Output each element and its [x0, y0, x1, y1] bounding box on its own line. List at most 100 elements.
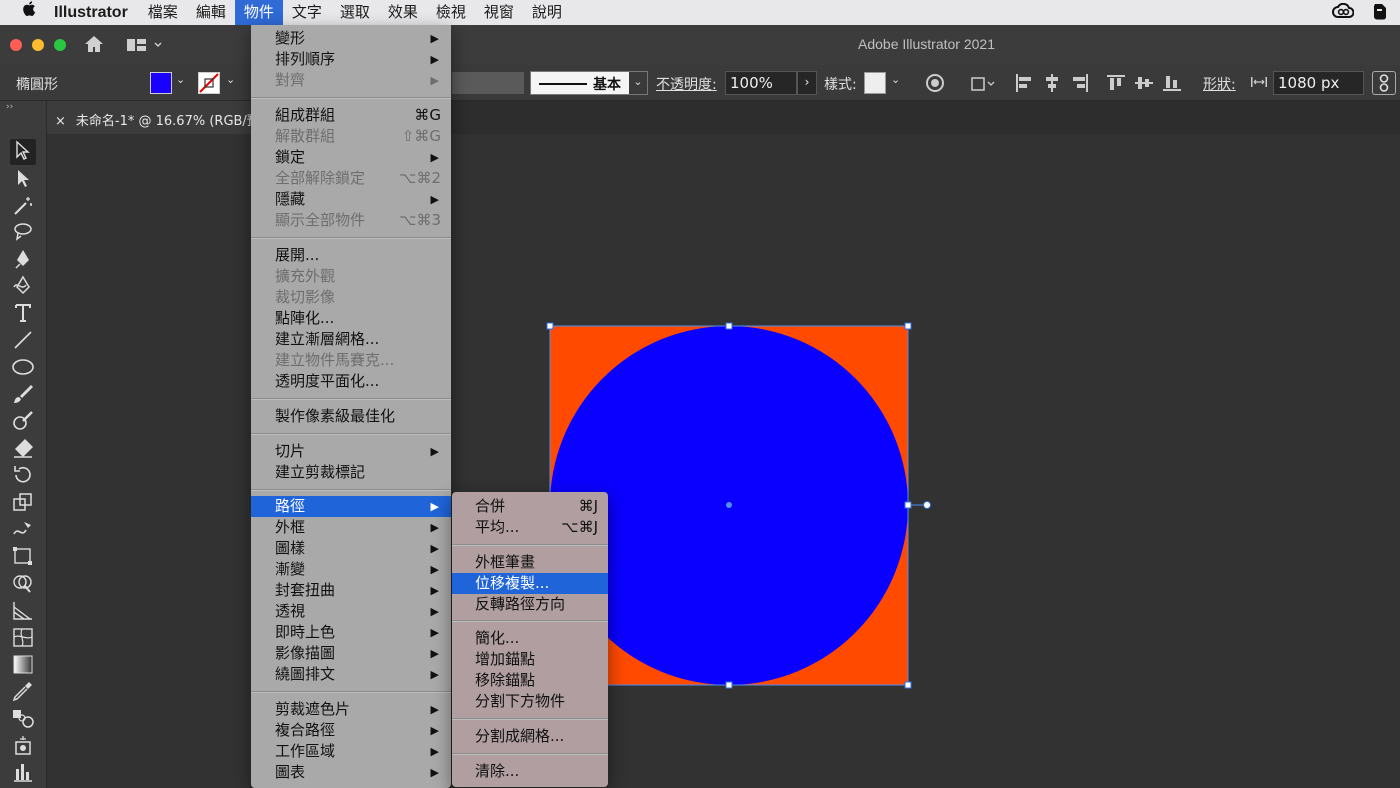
minimize-window-button[interactable]: [32, 39, 44, 51]
object-menu-item[interactable]: 透視 ▶: [251, 601, 451, 622]
ellipse-tool-icon[interactable]: [11, 356, 35, 378]
menu-select[interactable]: 選取: [331, 0, 379, 25]
object-menu-item[interactable]: 全部解除鎖定 ⌥⌘2: [251, 168, 451, 189]
app-menu[interactable]: Illustrator: [42, 0, 139, 25]
shape-properties-label[interactable]: 形狀:: [1203, 74, 1236, 94]
workspace-layout-icon[interactable]: [127, 37, 163, 56]
direct-selection-tool-icon[interactable]: [11, 167, 35, 189]
menu-help[interactable]: 說明: [523, 0, 571, 25]
creative-cloud-icon[interactable]: [1332, 2, 1355, 23]
warp-tool-icon[interactable]: [11, 518, 35, 540]
object-menu-item[interactable]: 外框 ▶: [251, 517, 451, 538]
path-submenu-item[interactable]: 合併 ⌘J: [452, 496, 608, 517]
object-menu-item[interactable]: 繞圖排文 ▶: [251, 664, 451, 685]
blend-tool-icon[interactable]: [11, 707, 35, 729]
panel-collapse-icon[interactable]: ››: [6, 102, 13, 112]
object-menu-item[interactable]: 圖表 ▶: [251, 762, 451, 783]
object-menu-item[interactable]: 建立剪裁標記: [251, 462, 451, 483]
object-menu-item[interactable]: 複合路徑 ▶: [251, 720, 451, 741]
zoom-window-button[interactable]: [54, 39, 66, 51]
object-menu-item[interactable]: 變形 ▶: [251, 28, 451, 49]
recolor-artwork-icon[interactable]: [925, 73, 945, 97]
perspective-grid-tool-icon[interactable]: [11, 599, 35, 621]
apple-menu-icon[interactable]: [0, 0, 42, 25]
paintbrush-tool-icon[interactable]: [11, 383, 35, 405]
stroke-profile-select[interactable]: 基本 ⌄: [530, 71, 648, 95]
object-menu-item[interactable]: 封套扭曲 ▶: [251, 580, 451, 601]
close-tab-icon[interactable]: ×: [55, 114, 66, 129]
graphic-style-dropdown-icon[interactable]: ⌄: [891, 73, 900, 86]
align-bottom-icon[interactable]: [1163, 74, 1181, 92]
width-field[interactable]: 1080 px: [1273, 71, 1364, 95]
object-menu-item[interactable]: 組成群組 ⌘G: [251, 105, 451, 126]
menu-type[interactable]: 文字: [283, 0, 331, 25]
object-menu-item[interactable]: 透明度平面化...: [251, 371, 451, 392]
path-submenu-item[interactable]: 簡化...: [452, 628, 608, 649]
object-menu-item[interactable]: 點陣化...: [251, 308, 451, 329]
stroke-style-dropdown-icon[interactable]: ⌄: [629, 72, 647, 94]
object-menu-item[interactable]: 切片 ▶: [251, 441, 451, 462]
object-menu-item[interactable]: 工作區域 ▶: [251, 741, 451, 762]
object-menu-item[interactable]: 建立漸層網格...: [251, 329, 451, 350]
line-tool-icon[interactable]: [11, 329, 35, 351]
menu-window[interactable]: 視窗: [475, 0, 523, 25]
object-menu-item[interactable]: 展開...: [251, 245, 451, 266]
align-center-icon[interactable]: [1043, 74, 1061, 92]
object-menu-item[interactable]: 影像描圖 ▶: [251, 643, 451, 664]
menu-effect[interactable]: 效果: [379, 0, 427, 25]
object-menu-item[interactable]: 裁切影像: [251, 287, 451, 308]
align-top-icon[interactable]: [1107, 74, 1125, 92]
object-menu-item[interactable]: 顯示全部物件 ⌥⌘3: [251, 210, 451, 231]
object-menu-item[interactable]: 排列順序 ▶: [251, 49, 451, 70]
pie-widget-handle[interactable]: [923, 501, 931, 509]
object-menu-item[interactable]: 隱藏 ▶: [251, 189, 451, 210]
menu-object[interactable]: 物件: [234, 0, 283, 25]
eyedropper-tool-icon[interactable]: [11, 680, 35, 702]
object-menu-item[interactable]: 解散群組 ⇧⌘G: [251, 126, 451, 147]
stroke-weight-field[interactable]: [452, 72, 524, 94]
path-submenu-item[interactable]: 移除錨點: [452, 670, 608, 691]
object-menu-item[interactable]: 即時上色 ▶: [251, 622, 451, 643]
evernote-icon[interactable]: [1372, 2, 1388, 24]
column-graph-tool-icon[interactable]: [11, 761, 35, 783]
path-submenu-item[interactable]: 清除...: [452, 761, 608, 782]
opacity-arrow-icon[interactable]: ›: [797, 71, 817, 95]
path-submenu-item[interactable]: 外框筆畫: [452, 552, 608, 573]
curvature-tool-icon[interactable]: [11, 275, 35, 297]
menu-edit[interactable]: 編輯: [187, 0, 235, 25]
path-submenu-item[interactable]: 增加錨點: [452, 649, 608, 670]
object-menu-item[interactable]: 圖樣 ▶: [251, 538, 451, 559]
home-icon[interactable]: [84, 35, 104, 57]
object-menu-item[interactable]: 剪裁遮色片 ▶: [251, 699, 451, 720]
path-submenu-item[interactable]: 位移複製...: [452, 573, 608, 594]
mesh-tool-icon[interactable]: [11, 626, 35, 648]
rotate-tool-icon[interactable]: [11, 464, 35, 486]
object-menu-item[interactable]: 路徑 ▶: [251, 496, 451, 517]
path-submenu-item[interactable]: 平均... ⌥⌘J: [452, 517, 608, 538]
magic-wand-tool-icon[interactable]: [11, 194, 35, 216]
object-menu-item[interactable]: 製作像素級最佳化: [251, 406, 451, 427]
lasso-tool-icon[interactable]: [11, 221, 35, 243]
object-menu-item[interactable]: 鎖定 ▶: [251, 147, 451, 168]
selection-tool-icon[interactable]: [10, 139, 36, 165]
opacity-field[interactable]: 100%: [725, 71, 797, 95]
path-submenu-item[interactable]: 分割成網格...: [452, 726, 608, 747]
shaper-tool-icon[interactable]: [11, 410, 35, 432]
pen-tool-icon[interactable]: [11, 248, 35, 270]
symbol-sprayer-tool-icon[interactable]: [11, 734, 35, 756]
constrain-link-icon[interactable]: [1372, 71, 1396, 95]
transform-options-icon[interactable]: [969, 74, 997, 96]
stroke-swatch[interactable]: [198, 72, 220, 94]
align-middle-icon[interactable]: [1135, 74, 1153, 92]
menu-file[interactable]: 檔案: [139, 0, 187, 25]
menu-view[interactable]: 檢視: [427, 0, 475, 25]
path-submenu-item[interactable]: 分割下方物件: [452, 691, 608, 712]
eraser-tool-icon[interactable]: [11, 437, 35, 459]
object-menu-item[interactable]: 建立物件馬賽克...: [251, 350, 451, 371]
graphic-style-swatch[interactable]: [864, 72, 886, 94]
canvas[interactable]: [47, 134, 1400, 788]
fill-dropdown-icon[interactable]: ⌄: [176, 73, 185, 86]
free-transform-tool-icon[interactable]: [11, 545, 35, 567]
gradient-tool-icon[interactable]: [11, 653, 35, 675]
object-menu-item[interactable]: 漸變 ▶: [251, 559, 451, 580]
